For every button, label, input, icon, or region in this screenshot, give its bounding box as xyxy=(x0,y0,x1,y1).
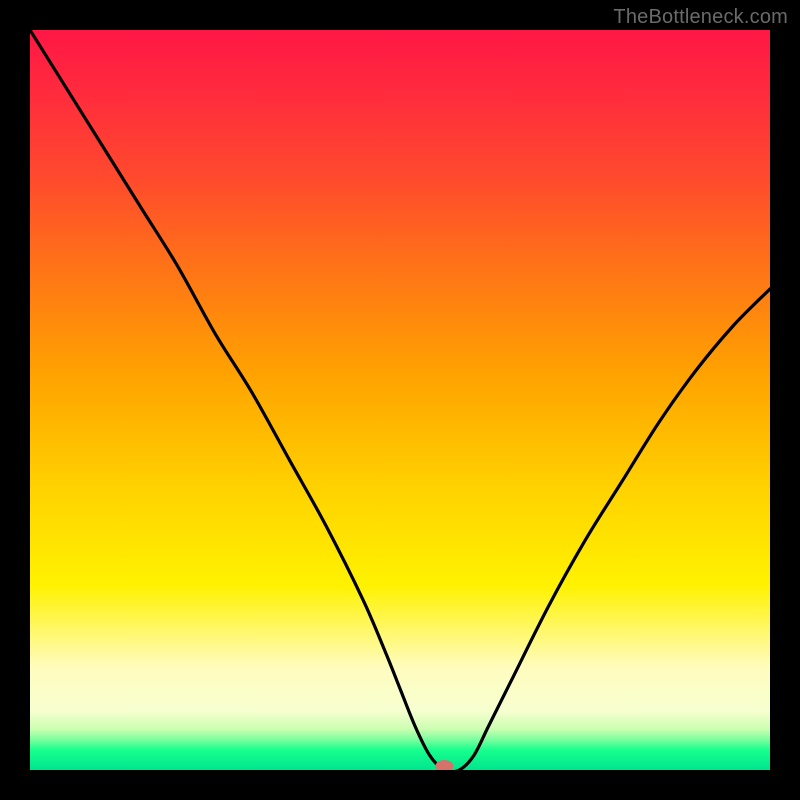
bottleneck-curve xyxy=(30,30,770,770)
curve-path xyxy=(30,30,770,770)
chart-frame: TheBottleneck.com xyxy=(0,0,800,800)
optimal-point-marker xyxy=(435,760,453,770)
plot-area xyxy=(30,30,770,770)
watermark-text: TheBottleneck.com xyxy=(613,6,788,29)
